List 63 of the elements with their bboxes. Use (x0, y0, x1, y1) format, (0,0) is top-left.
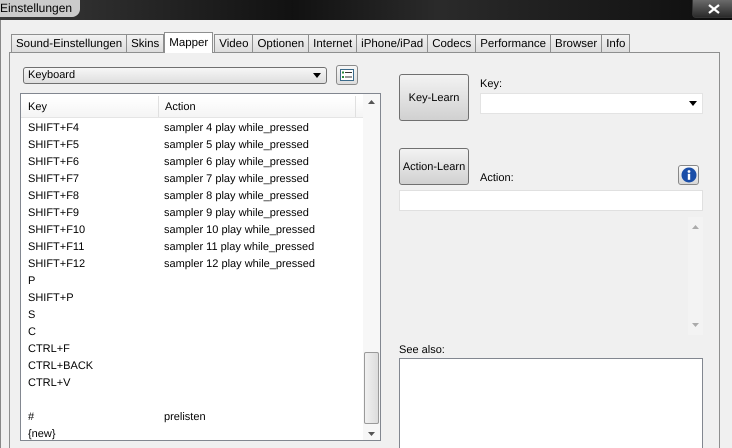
close-button[interactable] (692, 0, 732, 18)
table-cell: sampler 9 play while_pressed (164, 206, 309, 218)
table-cell: sampler 11 play while_pressed (164, 240, 314, 252)
tab[interactable]: Internet (308, 34, 358, 52)
table-cell: S (28, 308, 36, 320)
dropdown-arrow-icon (313, 72, 321, 78)
tab[interactable]: Performance (475, 34, 552, 52)
close-icon (708, 4, 720, 14)
list-view-button[interactable] (336, 65, 358, 85)
table-cell: sampler 8 play while_pressed (164, 190, 309, 202)
table-cell: {new} (28, 428, 56, 440)
dropdown-arrow-icon (689, 101, 697, 106)
table-cell: C (28, 326, 36, 338)
tab[interactable]: Mapper (164, 32, 214, 53)
table-cell: SHIFT+F9 (28, 206, 80, 218)
scroll-up-icon (692, 225, 699, 229)
key-learn-button[interactable]: Key-Learn (399, 74, 469, 121)
action-learn-button[interactable]: Action-Learn (399, 148, 469, 185)
tab[interactable]: Optionen (252, 34, 310, 52)
tab[interactable]: Codecs (427, 34, 476, 52)
tab[interactable]: Video (214, 34, 254, 52)
table-cell: CTRL+V (28, 376, 70, 388)
action-label: Action: (480, 172, 514, 184)
column-header[interactable]: Action (159, 96, 356, 117)
scrollbar[interactable] (363, 94, 380, 440)
list-icon (340, 69, 354, 81)
info-button[interactable] (678, 165, 699, 185)
table-cell: sampler 7 play while_pressed (164, 172, 309, 184)
scroll-thumb[interactable] (364, 352, 379, 424)
tab[interactable]: Info (601, 34, 630, 52)
device-dropdown[interactable]: Keyboard (23, 66, 327, 84)
tab[interactable]: Skins (126, 34, 164, 52)
column-header[interactable]: Key (21, 96, 159, 117)
table-cell: SHIFT+P (28, 292, 74, 304)
window-title: Einstellungen (0, 0, 80, 17)
table-cell: sampler 4 play while_pressed (164, 122, 309, 134)
tab[interactable]: iPhone/iPad (356, 34, 428, 52)
table-cell: sampler 6 play while_pressed (164, 156, 309, 168)
table-cell: # (28, 410, 34, 422)
tab[interactable]: Browser (550, 34, 602, 52)
scroll-up-icon (368, 100, 375, 104)
info-icon (680, 167, 696, 183)
table-cell: prelisten (164, 410, 206, 422)
table-cell: sampler 10 play while_pressed (164, 224, 316, 236)
table-cell: CTRL+F (28, 342, 70, 354)
table-cell: SHIFT+F11 (28, 240, 84, 252)
table-cell: SHIFT+F4 (28, 122, 80, 134)
table-cell: CTRL+BACK (28, 360, 94, 372)
tab[interactable]: Sound-Einstellungen (11, 34, 128, 52)
action-field[interactable] (399, 190, 703, 211)
table-cell: sampler 12 play while_pressed (164, 258, 316, 270)
table-cell: SHIFT+F5 (28, 138, 80, 150)
table-cell: P (28, 274, 36, 286)
key-label: Key: (480, 78, 504, 90)
table-cell: sampler 5 play while_pressed (164, 138, 309, 150)
scroll-down-icon (368, 432, 375, 436)
table-cell: SHIFT+F10 (28, 224, 86, 236)
table-cell: SHIFT+F8 (28, 190, 80, 202)
table-cell: SHIFT+F6 (28, 156, 80, 168)
see-also-label: See also: (399, 344, 446, 356)
table-cell: SHIFT+F12 (28, 258, 86, 270)
scroll-down-icon (692, 323, 699, 327)
table-cell: SHIFT+F7 (28, 172, 80, 184)
